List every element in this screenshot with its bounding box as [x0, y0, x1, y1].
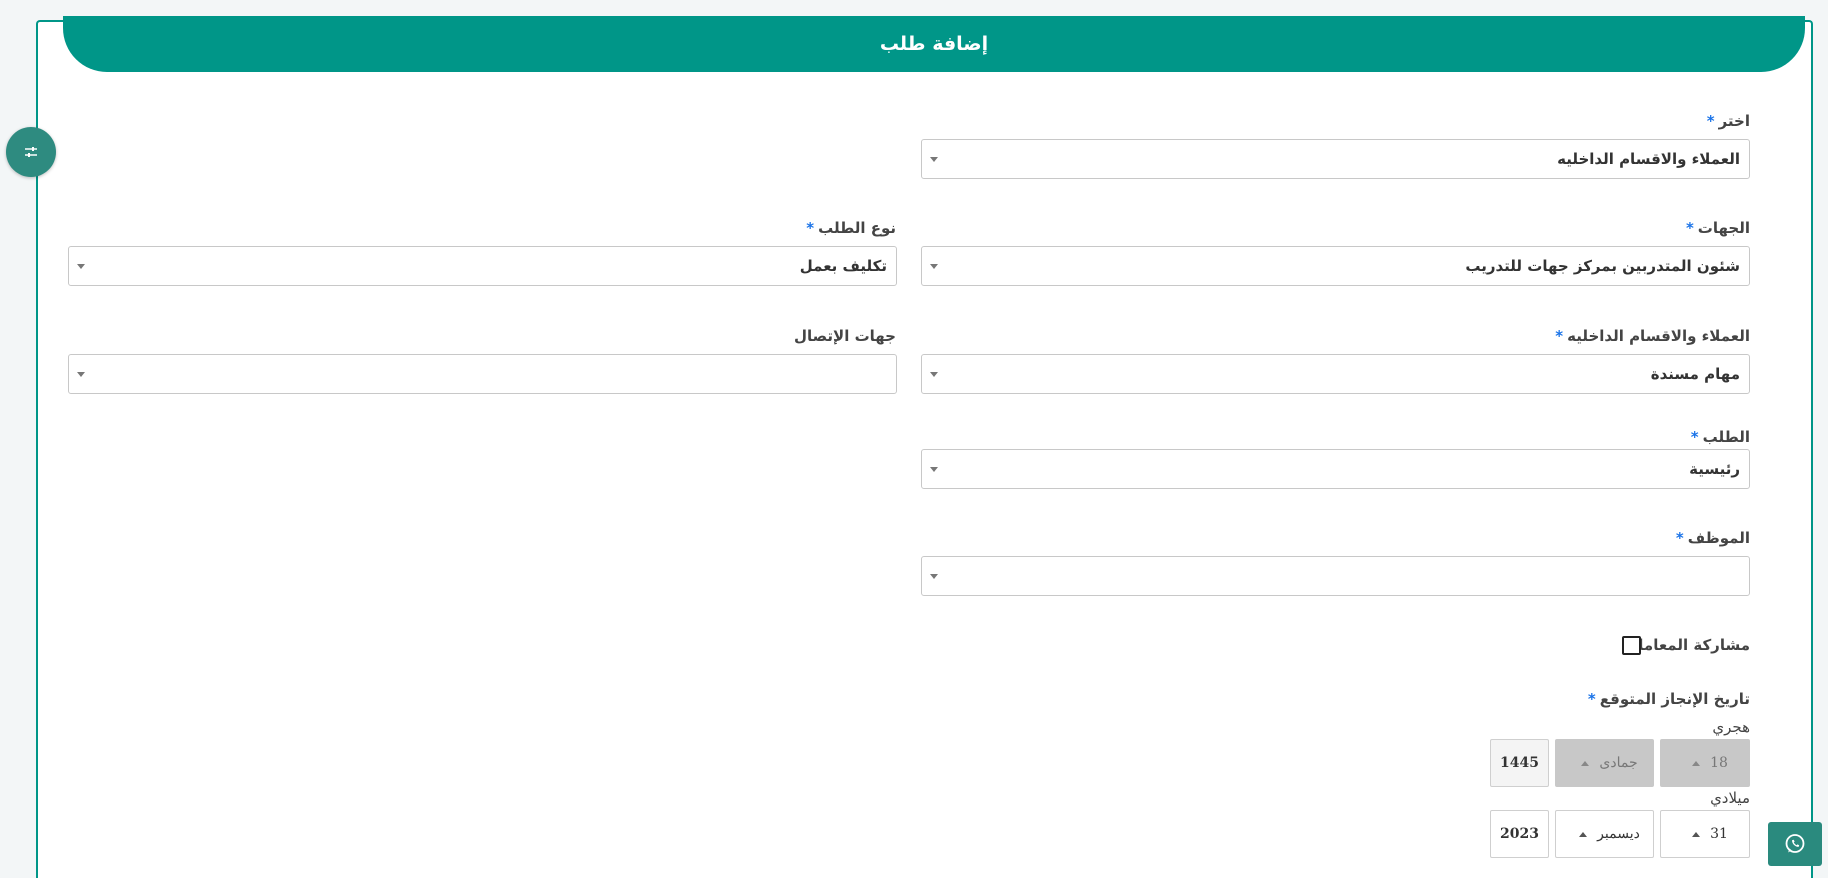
- choose-label: اختر*: [1707, 112, 1750, 130]
- request-type-label-text: نوع الطلب: [818, 219, 896, 237]
- page-title-banner: إضافة طلب: [63, 16, 1805, 72]
- clients-departments-select-value: مهام مسندة: [1650, 365, 1740, 383]
- sidebar-toggle-button[interactable]: [6, 127, 56, 177]
- request-type-select[interactable]: تكليف بعمل: [68, 246, 897, 286]
- clients-departments-label: العملاء والاقسام الداخليه*: [1555, 327, 1750, 345]
- employee-select[interactable]: [921, 556, 1750, 596]
- hijri-month-value: جمادى: [1599, 755, 1638, 771]
- required-marker: *: [1555, 327, 1564, 345]
- choose-select[interactable]: العملاء والاقسام الداخليه: [921, 139, 1750, 179]
- request-select[interactable]: رئيسية: [921, 449, 1750, 489]
- whatsapp-chat-button[interactable]: [1768, 822, 1822, 866]
- chevron-down-icon: [77, 371, 85, 377]
- gregorian-day-select[interactable]: 31: [1660, 810, 1750, 858]
- hijri-day-value: 18: [1710, 755, 1728, 771]
- sliders-icon: [25, 147, 37, 157]
- required-marker: *: [1675, 529, 1684, 547]
- clients-departments-label-text: العملاء والاقسام الداخليه: [1567, 327, 1750, 345]
- required-marker: *: [1587, 690, 1596, 708]
- whatsapp-icon: [1785, 834, 1805, 853]
- gregorian-month-value: ديسمبر: [1597, 826, 1640, 842]
- gregorian-label-text: ميلادي: [1710, 789, 1750, 807]
- page: إضافة طلب اختر* العملاء والاقسام الداخلي…: [0, 0, 1828, 878]
- gregorian-year-value: 2023: [1500, 826, 1539, 842]
- hijri-year-input[interactable]: 1445: [1490, 739, 1549, 787]
- hijri-month-select[interactable]: جمادى: [1555, 739, 1654, 787]
- hijri-label-text: هجري: [1712, 718, 1750, 736]
- gregorian-label: ميلادي: [1710, 789, 1750, 807]
- gregorian-year-input[interactable]: 2023: [1490, 810, 1549, 858]
- hijri-day-select[interactable]: 18: [1660, 739, 1750, 787]
- chevron-down-icon: [930, 156, 938, 162]
- page-title: إضافة طلب: [879, 33, 989, 55]
- employee-label: الموظف*: [1676, 529, 1750, 547]
- hijri-year-value: 1445: [1500, 755, 1539, 771]
- expected-completion-label: تاريخ الإنجاز المتوقع*: [1588, 690, 1750, 708]
- contacts-select[interactable]: [68, 354, 897, 394]
- chevron-down-icon: [930, 371, 938, 377]
- entities-select[interactable]: شئون المتدربين بمركز جهات للتدريب: [921, 246, 1750, 286]
- request-label: الطلب*: [1691, 428, 1750, 446]
- request-type-label: نوع الطلب*: [806, 219, 896, 237]
- caret-up-icon: [1581, 760, 1590, 766]
- required-marker: *: [1685, 219, 1694, 237]
- request-label-text: الطلب: [1702, 428, 1750, 446]
- caret-up-icon: [1579, 831, 1588, 837]
- required-marker: *: [1706, 112, 1715, 130]
- hijri-label: هجري: [1712, 718, 1750, 736]
- required-marker: *: [806, 219, 815, 237]
- contacts-label: جهات الإتصال: [794, 327, 896, 345]
- required-marker: *: [1690, 428, 1699, 446]
- share-transaction-checkbox[interactable]: [1622, 636, 1641, 655]
- chevron-down-icon: [930, 263, 938, 269]
- request-type-select-value: تكليف بعمل: [799, 257, 887, 275]
- contacts-label-text: جهات الإتصال: [793, 327, 896, 345]
- chevron-down-icon: [930, 466, 938, 472]
- choose-select-value: العملاء والاقسام الداخليه: [1557, 150, 1740, 168]
- gregorian-month-select[interactable]: ديسمبر: [1555, 810, 1654, 858]
- caret-up-icon: [1692, 831, 1701, 837]
- employee-label-text: الموظف: [1687, 529, 1750, 547]
- chevron-down-icon: [930, 573, 938, 579]
- request-select-value: رئيسية: [1689, 460, 1740, 478]
- caret-up-icon: [1692, 760, 1701, 766]
- clients-departments-select[interactable]: مهام مسندة: [921, 354, 1750, 394]
- gregorian-day-value: 31: [1710, 826, 1728, 842]
- choose-label-text: اختر: [1718, 112, 1750, 130]
- chevron-down-icon: [77, 263, 85, 269]
- share-transaction-label-text: مشاركة المعاملة: [1628, 636, 1750, 654]
- entities-label-text: الجهات: [1697, 219, 1750, 237]
- share-transaction-label: مشاركة المعاملة: [1629, 636, 1750, 654]
- entities-label: الجهات*: [1686, 219, 1750, 237]
- entities-select-value: شئون المتدربين بمركز جهات للتدريب: [1465, 257, 1740, 275]
- expected-completion-label-text: تاريخ الإنجاز المتوقع: [1599, 690, 1750, 708]
